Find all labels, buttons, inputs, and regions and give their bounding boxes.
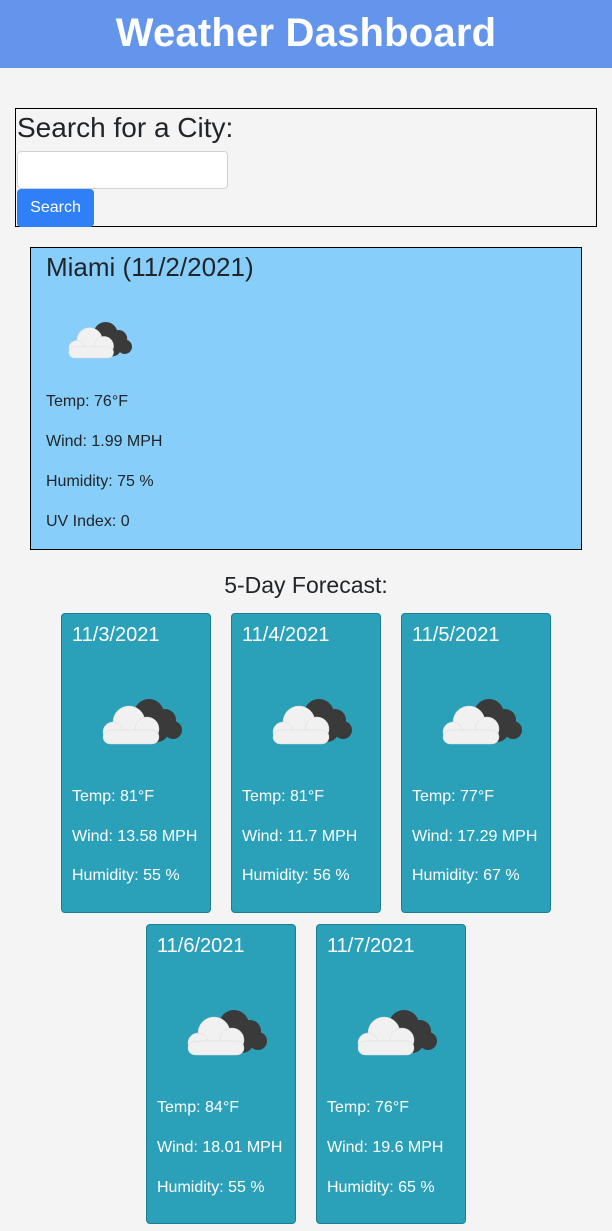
- forecast-wind: Wind: 11.7 MPH: [242, 828, 358, 845]
- forecast-date: 11/3/2021: [72, 624, 160, 646]
- cloudy-icon: [172, 995, 272, 1065]
- current-humidity: Humidity: 75 %: [46, 473, 154, 490]
- page-title: Weather Dashboard: [115, 10, 497, 55]
- forecast-temp: Temp: 81°F: [72, 788, 154, 805]
- search-panel: Search for a City: Search: [15, 108, 597, 227]
- forecast-card: 11/3/2021 Temp: 81°F Wind: 13.58 MPH Hum…: [61, 613, 211, 913]
- forecast-card: 11/6/2021 Temp: 84°F Wind: 18.01 MPH Hum…: [146, 924, 296, 1224]
- forecast-temp: Temp: 76°F: [327, 1099, 409, 1116]
- search-button[interactable]: Search: [17, 189, 94, 227]
- forecast-card: 11/5/2021 Temp: 77°F Wind: 17.29 MPH Hum…: [401, 613, 551, 913]
- current-weather-card: Miami (11/2/2021) Temp: 76°F Wind: 1.99 …: [30, 247, 582, 550]
- forecast-date: 11/4/2021: [242, 624, 330, 646]
- forecast-wind: Wind: 19.6 MPH: [327, 1139, 444, 1156]
- forecast-wind: Wind: 17.29 MPH: [412, 828, 538, 845]
- current-city-date: Miami (11/2/2021): [46, 252, 254, 282]
- cloudy-icon: [257, 684, 357, 754]
- current-wind: Wind: 1.99 MPH: [46, 433, 163, 450]
- forecast-date: 11/7/2021: [327, 935, 415, 957]
- current-uv-index: UV Index: 0: [46, 513, 130, 530]
- cloudy-icon: [427, 684, 527, 754]
- forecast-humidity: Humidity: 67 %: [412, 867, 520, 884]
- forecast-wind: Wind: 13.58 MPH: [72, 828, 198, 845]
- forecast-heading: 5-Day Forecast:: [224, 572, 388, 598]
- forecast-humidity: Humidity: 55 %: [72, 867, 180, 884]
- forecast-humidity: Humidity: 55 %: [157, 1179, 265, 1196]
- current-temp: Temp: 76°F: [46, 393, 128, 410]
- forecast-card: 11/7/2021 Temp: 76°F Wind: 19.6 MPH Humi…: [316, 924, 466, 1224]
- forecast-humidity: Humidity: 65 %: [327, 1179, 435, 1196]
- app-header: Weather Dashboard: [0, 0, 612, 68]
- forecast-temp: Temp: 84°F: [157, 1099, 239, 1116]
- city-search-input[interactable]: [17, 151, 228, 189]
- forecast-temp: Temp: 77°F: [412, 788, 494, 805]
- forecast-date: 11/6/2021: [157, 935, 245, 957]
- forecast-humidity: Humidity: 56 %: [242, 867, 350, 884]
- cloudy-icon: [87, 684, 187, 754]
- forecast-date: 11/5/2021: [412, 624, 500, 646]
- forecast-temp: Temp: 81°F: [242, 788, 324, 805]
- cloudy-icon: [342, 995, 442, 1065]
- forecast-card: 11/4/2021 Temp: 81°F Wind: 11.7 MPH Humi…: [231, 613, 381, 913]
- forecast-wind: Wind: 18.01 MPH: [157, 1139, 283, 1156]
- search-heading: Search for a City:: [17, 112, 234, 143]
- cloudy-icon: [56, 308, 136, 368]
